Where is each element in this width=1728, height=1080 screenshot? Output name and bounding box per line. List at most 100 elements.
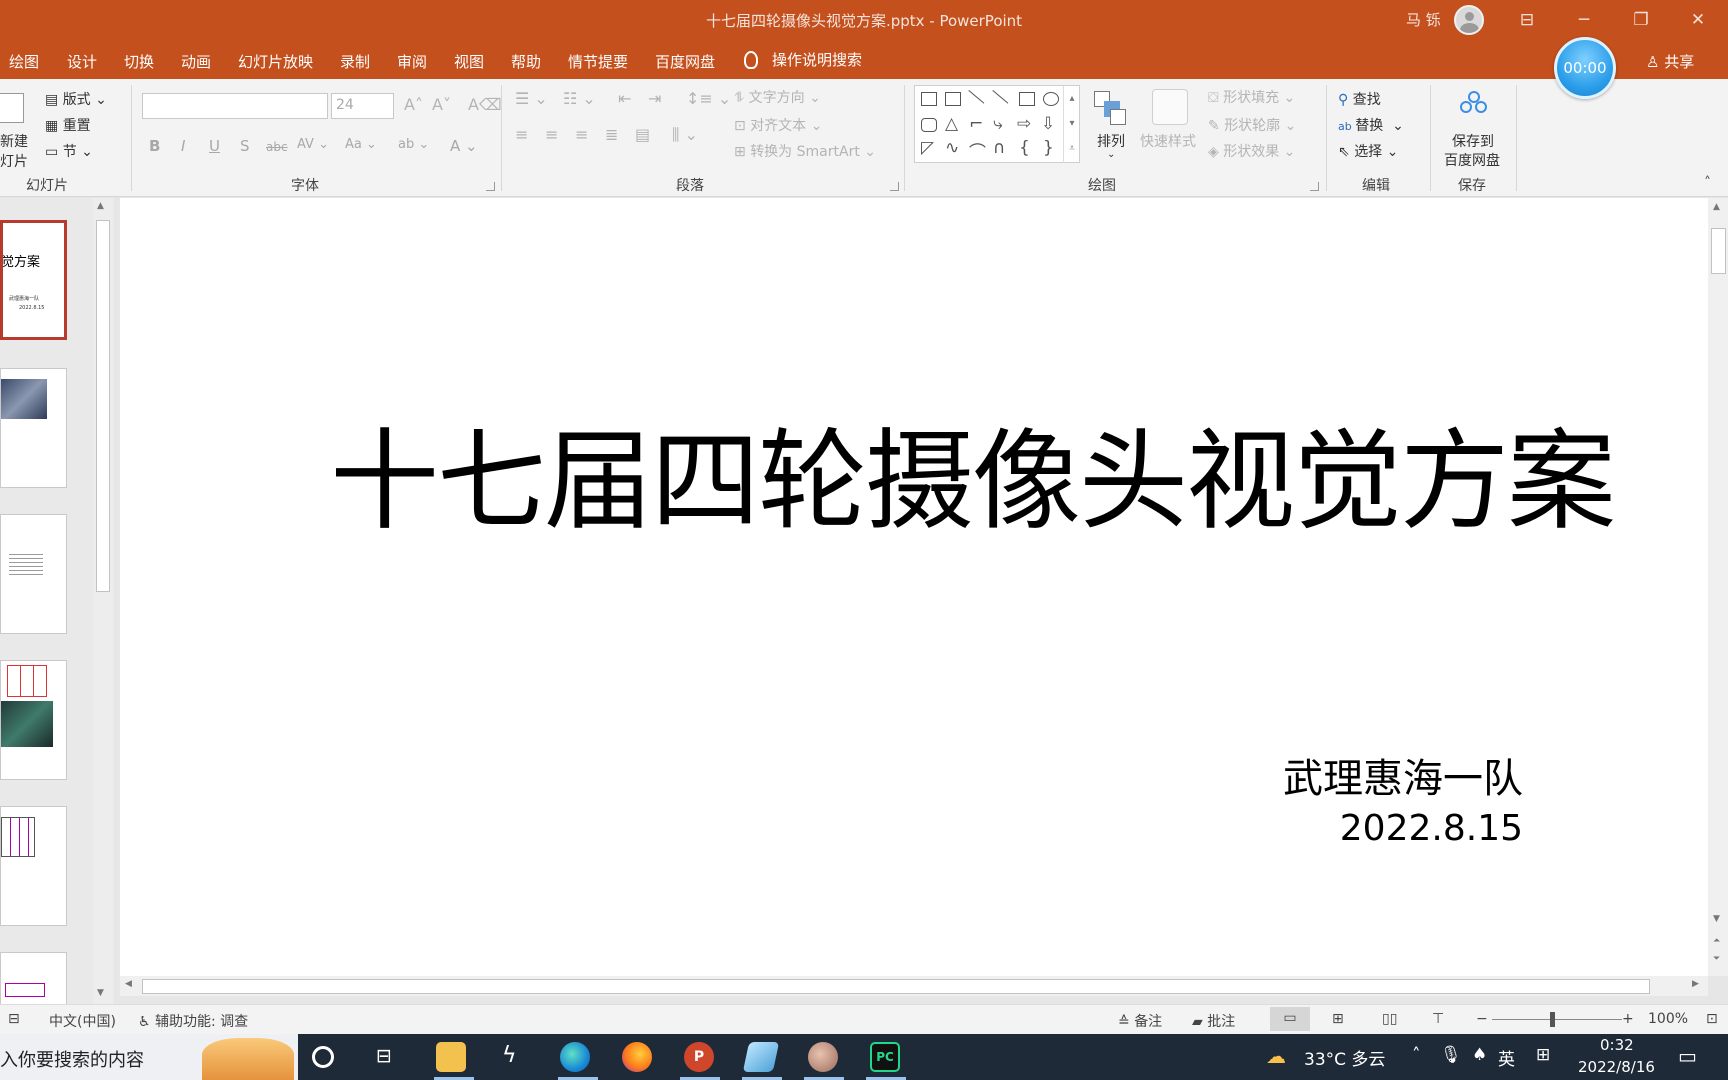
ime-language[interactable]: 英 — [1498, 1045, 1515, 1070]
collapse-ribbon-icon[interactable]: ˄ — [1704, 175, 1711, 191]
scroll-up-icon[interactable]: ▲ — [97, 201, 104, 211]
tab-animations[interactable]: 动画 — [181, 51, 211, 72]
scroll-up-icon[interactable]: ▲ — [1713, 202, 1720, 212]
ribbon-display-icon[interactable]: ⊟ — [1507, 6, 1547, 34]
tell-me-search[interactable]: 操作说明搜索 — [744, 49, 862, 70]
close-icon[interactable]: ✕ — [1678, 6, 1718, 34]
notes-app-icon[interactable] — [742, 1042, 780, 1072]
scroll-right-icon[interactable]: ▶ — [1692, 979, 1699, 989]
new-slide-label-1[interactable]: 新建 — [0, 131, 28, 151]
slide-subtitle-team[interactable]: 武理惠海一队 — [1283, 746, 1523, 804]
horizontal-scroll-thumb[interactable] — [142, 979, 1650, 994]
scroll-down-icon[interactable]: ▼ — [97, 988, 104, 998]
convert-smartart-button[interactable]: ⊞ 转换为 SmartArt ⌄ — [734, 141, 876, 161]
font-size-combo[interactable]: 24 — [331, 93, 394, 119]
tab-record[interactable]: 录制 — [340, 51, 370, 72]
shape-effects-button[interactable]: ◈ 形状效果 ⌄ — [1208, 141, 1295, 161]
arc-shape-icon[interactable]: ⌒ — [969, 138, 986, 163]
user-name[interactable]: 马 铄 — [1406, 9, 1441, 30]
tab-help[interactable]: 帮助 — [511, 51, 541, 72]
firefox-icon[interactable] — [622, 1042, 652, 1072]
drawing-dialog-launcher[interactable] — [1310, 182, 1319, 191]
horizontal-scrollbar[interactable]: ◀ ▶ — [120, 976, 1708, 996]
accessibility-status[interactable]: ♿ 辅助功能: 调查 — [138, 1011, 248, 1031]
shrink-font-icon[interactable]: A˅ — [432, 95, 451, 114]
align-center-icon[interactable]: ≡ — [545, 125, 558, 144]
tab-slideshow[interactable]: 幻灯片放映 — [238, 51, 313, 72]
down-arrow-shape-icon[interactable]: ⇩ — [1041, 114, 1055, 134]
fit-slide-icon[interactable]: ⊡ — [1706, 1011, 1718, 1027]
clock-time[interactable]: 0:32 — [1600, 1036, 1634, 1054]
columns-icon[interactable]: ⫼ ⌄ — [672, 125, 698, 145]
language-status[interactable]: 中文(中国) — [49, 1011, 116, 1031]
quick-styles-icon[interactable] — [1152, 89, 1188, 125]
comments-button[interactable]: ▰ 批注 — [1192, 1011, 1235, 1031]
paragraph-dialog-launcher[interactable] — [890, 182, 899, 191]
font-color-icon[interactable]: A ⌄ — [450, 137, 478, 155]
arrange-icon[interactable] — [1094, 91, 1126, 125]
baidu-cloud-icon[interactable] — [1460, 91, 1488, 115]
freeform-shape-icon[interactable]: ◸ — [921, 138, 934, 158]
gallery-scroll[interactable]: ▴ ▾ ⩡ — [1063, 86, 1080, 163]
qq-icon[interactable]: ♠ — [1472, 1045, 1487, 1065]
change-case-icon[interactable]: Aa ⌄ — [345, 137, 377, 152]
align-left-icon[interactable]: ≡ — [515, 125, 528, 144]
share-button[interactable]: ♙ 共享 — [1646, 51, 1694, 72]
restore-icon[interactable]: ❐ — [1621, 6, 1661, 34]
slide-title[interactable]: 十七届四轮摄像头视觉方案 — [330, 394, 1690, 551]
find-button[interactable]: ⚲ 查找 — [1338, 89, 1381, 109]
tab-view[interactable]: 视图 — [454, 51, 484, 72]
arrange-button[interactable]: 排列 — [1097, 131, 1125, 151]
arrow-shape-icon[interactable] — [981, 90, 1009, 117]
save-to-label-2[interactable]: 百度网盘 — [1444, 150, 1500, 170]
search-box[interactable]: 入你要搜索的内容 — [0, 1034, 298, 1080]
slide-thumbnail-3[interactable] — [0, 514, 67, 634]
slide-thumbnail-1[interactable]: 觉方案 武理惠海一队 2022.8.15 — [0, 220, 67, 340]
triangle-shape-icon[interactable]: △ — [945, 114, 958, 134]
line-spacing-icon[interactable]: ↕≡ ⌄ — [686, 89, 731, 108]
shapes-gallery[interactable]: △ ⌐ ⤷ ⇨ ⇩ ◸ ∿ ⌒ ∩ { } ▴ ▾ ⩡ — [914, 85, 1080, 163]
bold-icon[interactable]: B — [149, 137, 160, 155]
oval-shape-icon[interactable] — [1043, 92, 1059, 106]
weather-icon[interactable]: ☁ — [1266, 1044, 1286, 1068]
clock-date[interactable]: 2022/8/16 — [1578, 1058, 1655, 1076]
zoom-out-icon[interactable]: − — [1476, 1011, 1488, 1027]
new-slide-icon[interactable] — [0, 93, 24, 123]
scroll-left-icon[interactable]: ◀ — [125, 979, 132, 989]
microphone-icon[interactable]: 🎙 — [1440, 1045, 1462, 1065]
slide-thumbnail-4[interactable] — [0, 660, 67, 780]
elbow-arrow-icon[interactable]: ⤷ — [993, 114, 1003, 134]
strikethrough-icon[interactable]: abc — [266, 140, 288, 154]
layout-button[interactable]: ▤ 版式 ⌄ — [45, 89, 107, 109]
zoom-level[interactable]: 100% — [1648, 1011, 1688, 1027]
right-arrow-shape-icon[interactable]: ⇨ — [1017, 114, 1031, 134]
distributed-icon[interactable]: ▤ — [635, 125, 650, 144]
elbow-connector-icon[interactable]: ⌐ — [969, 114, 983, 134]
task-view-icon[interactable]: ⊟ — [376, 1045, 392, 1067]
grow-font-icon[interactable]: A˄ — [404, 95, 423, 114]
slide-view-icon[interactable]: ⊟ — [8, 1011, 20, 1027]
slide-sorter-icon[interactable]: ⊞ — [1332, 1011, 1344, 1027]
font-dialog-launcher[interactable] — [486, 182, 495, 191]
slide-edit-area[interactable]: 十七届四轮摄像头视觉方案 武理惠海一队 2022.8.15 — [120, 198, 1708, 976]
textbox-shape-icon[interactable] — [921, 92, 937, 106]
slide-subtitle-date[interactable]: 2022.8.15 — [1340, 808, 1523, 849]
previous-slide-icon[interactable]: ⏶ — [1713, 936, 1720, 946]
cortana-icon[interactable] — [312, 1046, 334, 1068]
slide-canvas[interactable]: 十七届四轮摄像头视觉方案 武理惠海一队 2022.8.15 — [130, 198, 1698, 974]
zoom-slider[interactable] — [1492, 1019, 1622, 1020]
slide-thumbnail-5[interactable] — [0, 806, 67, 926]
weather-text[interactable]: 33°C 多云 — [1304, 1045, 1385, 1070]
vertical-scrollbar[interactable]: ▲ ▼ ⏶ ⏷ — [1708, 198, 1728, 976]
file-explorer-icon[interactable] — [436, 1042, 466, 1072]
text-direction-button[interactable]: ⥮ 文字方向 ⌄ — [734, 87, 821, 107]
numbering-icon[interactable]: ☷ ⌄ — [563, 89, 596, 108]
font-name-combo[interactable] — [142, 93, 328, 119]
thumbnail-scroll-thumb[interactable] — [96, 220, 110, 592]
new-slide-label-2[interactable]: 灯片 — [0, 151, 28, 171]
notes-button[interactable]: ≙ 备注 — [1118, 1011, 1162, 1031]
underline-icon[interactable]: U — [209, 137, 220, 155]
shape-outline-button[interactable]: ✎ 形状轮廓 ⌄ — [1208, 115, 1296, 135]
chevron-up-icon[interactable]: ˄ — [1412, 1045, 1421, 1065]
slide-thumbnail-2[interactable] — [0, 368, 67, 488]
